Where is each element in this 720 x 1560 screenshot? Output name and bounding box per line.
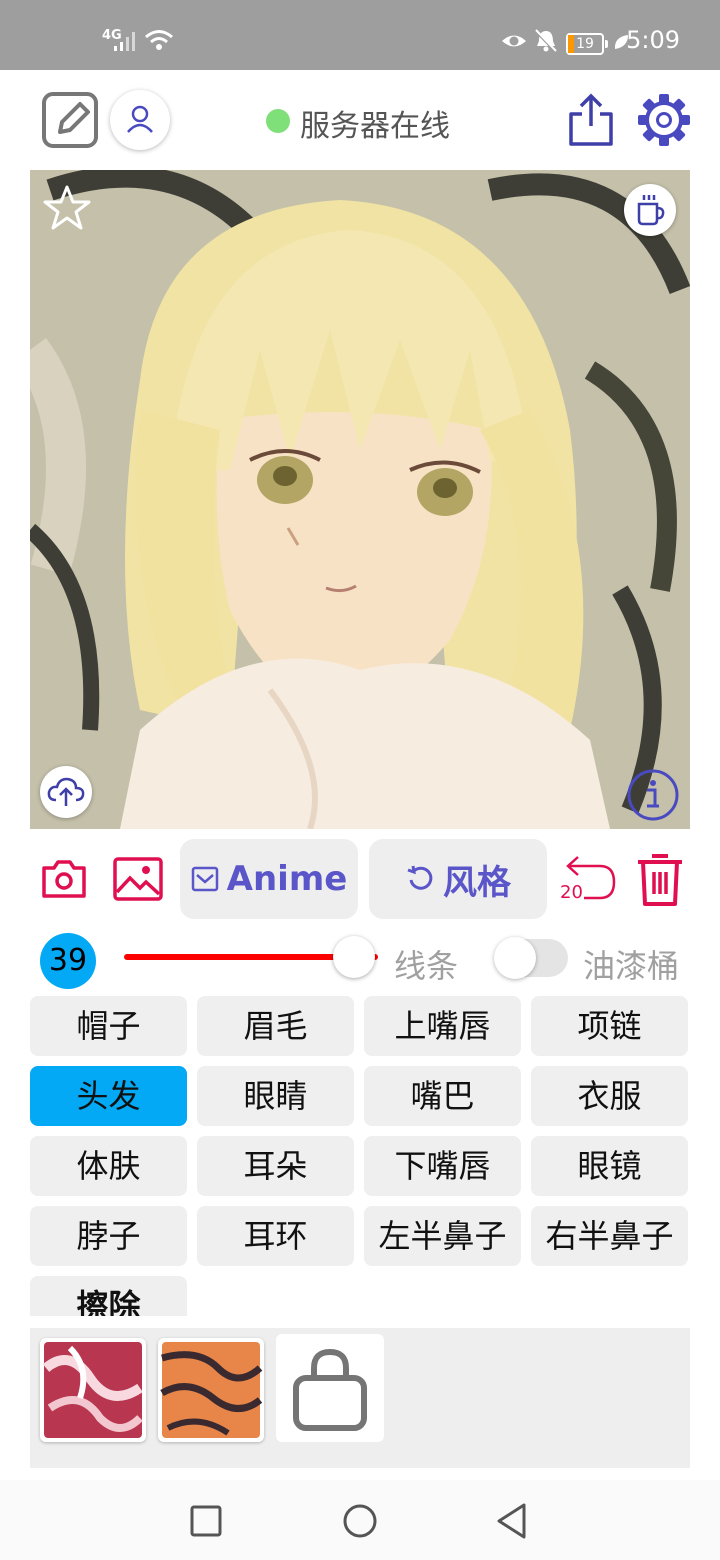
- part-chip-neck[interactable]: 脖子: [30, 1206, 187, 1266]
- favorite-button[interactable]: [42, 184, 92, 232]
- style-button[interactable]: 风格: [369, 839, 547, 919]
- edit-icon: [42, 92, 98, 148]
- battery-percent: 19: [576, 36, 594, 52]
- coffee-button[interactable]: [624, 184, 676, 236]
- edit-button[interactable]: [40, 90, 100, 150]
- home-button[interactable]: [342, 1503, 378, 1539]
- style-thumbnail-strip: [30, 1328, 690, 1468]
- drawing-canvas[interactable]: [30, 170, 690, 829]
- part-chip-necklace[interactable]: 项链: [531, 996, 688, 1056]
- signal-icon: [114, 32, 135, 51]
- anime-mode-button[interactable]: Anime: [180, 839, 358, 919]
- bucket-mode-label: 油漆桶: [583, 947, 680, 985]
- brush-size-slider-thumb[interactable]: [333, 936, 375, 978]
- style-thumbnail[interactable]: [40, 1338, 146, 1442]
- wifi-icon: [145, 30, 173, 50]
- line-mode-label: 线条: [394, 947, 459, 985]
- info-button[interactable]: [626, 768, 680, 822]
- user-button[interactable]: [110, 90, 170, 150]
- anime-mode-label: Anime: [226, 859, 348, 899]
- back-button[interactable]: [494, 1502, 528, 1540]
- part-chip-hair[interactable]: 头发: [30, 1066, 187, 1126]
- anime-portrait-image: [30, 170, 690, 829]
- part-selector-grid: 帽子 眉毛 上嘴唇 项链 头发 眼睛 嘴巴 衣服 体肤 耳朵 下嘴唇 眼镜 脖子…: [30, 996, 690, 1316]
- share-button[interactable]: [566, 92, 616, 148]
- server-status-text: 服务器在线: [300, 109, 450, 144]
- part-chip-mouth[interactable]: 嘴巴: [364, 1066, 521, 1126]
- part-chip-erase[interactable]: 擦除: [30, 1276, 187, 1316]
- eye-icon: [502, 35, 526, 47]
- part-chip-left-nose[interactable]: 左半鼻子: [364, 1206, 521, 1266]
- circle-icon: [343, 1504, 377, 1538]
- part-chip-clothes[interactable]: 衣服: [531, 1066, 688, 1126]
- server-status-dot: [266, 109, 290, 133]
- shopping-bag-icon: [293, 1348, 367, 1431]
- envelope-icon: [191, 866, 218, 892]
- user-icon: [127, 105, 153, 133]
- image-icon: [113, 857, 163, 901]
- gallery-button[interactable]: [112, 856, 164, 902]
- undo-count: 20: [560, 882, 583, 903]
- part-chip-right-nose[interactable]: 右半鼻子: [531, 1206, 688, 1266]
- part-chip-hat[interactable]: 帽子: [30, 996, 187, 1056]
- system-navigation-bar: [0, 1480, 720, 1560]
- trash-icon: [638, 854, 682, 906]
- share-icon: [569, 93, 613, 146]
- refresh-icon: [407, 865, 433, 890]
- part-chip-glasses[interactable]: 眼镜: [531, 1136, 688, 1196]
- status-bar: 4G 19 5:09: [0, 0, 720, 70]
- settings-button[interactable]: [636, 92, 692, 148]
- part-chip-lower-lip[interactable]: 下嘴唇: [364, 1136, 521, 1196]
- bucket-toggle-thumb[interactable]: [494, 937, 536, 979]
- mute-bell-icon: [534, 29, 558, 54]
- part-chip-ears[interactable]: 耳朵: [197, 1136, 354, 1196]
- gear-icon: [638, 94, 690, 146]
- style-label: 风格: [443, 862, 511, 903]
- style-shop-button[interactable]: [276, 1334, 384, 1442]
- upload-button[interactable]: [40, 766, 92, 818]
- info-icon: [627, 769, 679, 821]
- star-icon: [43, 185, 91, 230]
- battery-indicator: 19: [566, 33, 608, 55]
- brush-size-badge: 39: [40, 933, 96, 989]
- part-chip-skin[interactable]: 体肤: [30, 1136, 187, 1196]
- part-chip-upper-lip[interactable]: 上嘴唇: [364, 996, 521, 1056]
- coffee-cup-icon: [637, 195, 665, 226]
- camera-button[interactable]: [40, 858, 88, 900]
- cloud-upload-icon: [47, 777, 85, 806]
- style-preview-orange-image: [160, 1342, 263, 1438]
- style-thumbnail[interactable]: [158, 1338, 264, 1442]
- triangle-back-icon: [497, 1503, 526, 1539]
- part-chip-eyes[interactable]: 眼睛: [197, 1066, 354, 1126]
- battery-level: [568, 35, 574, 53]
- clock: 5:09: [626, 26, 680, 54]
- camera-icon: [42, 860, 86, 898]
- part-chip-earrings[interactable]: 耳环: [197, 1206, 354, 1266]
- style-preview-red-image: [42, 1342, 143, 1438]
- square-icon: [190, 1505, 222, 1537]
- recent-apps-button[interactable]: [190, 1505, 222, 1537]
- delete-button[interactable]: [634, 850, 686, 908]
- part-chip-eyebrows[interactable]: 眉毛: [197, 996, 354, 1056]
